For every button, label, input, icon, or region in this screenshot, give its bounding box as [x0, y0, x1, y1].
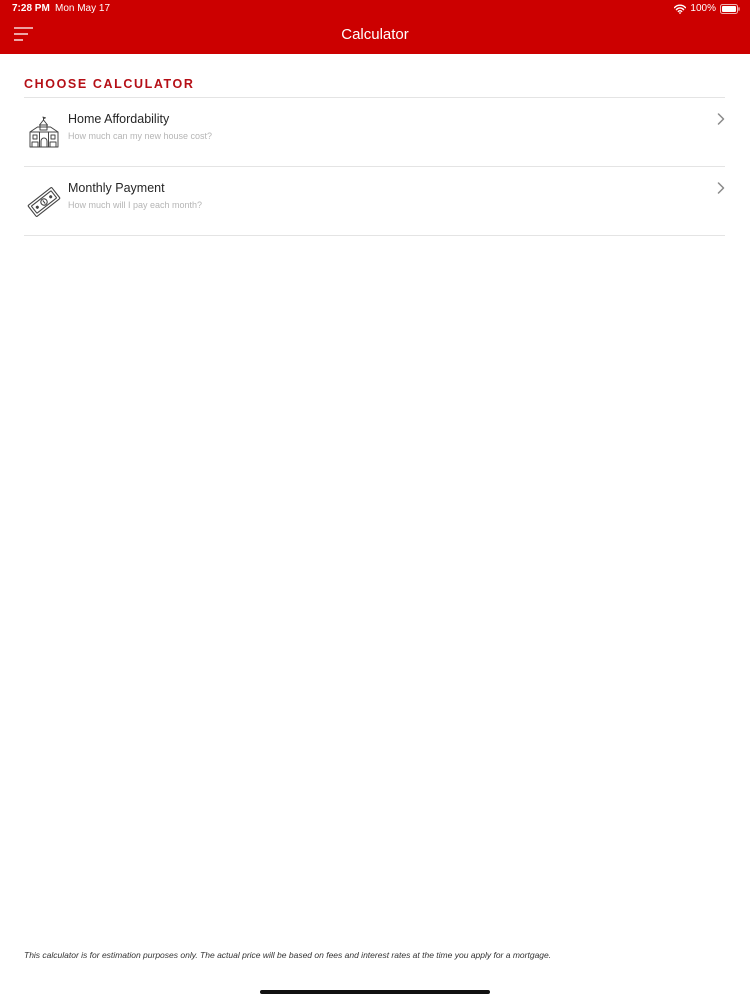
disclaimer-text: This calculator is for estimation purpos… [24, 950, 552, 960]
calculator-title: Monthly Payment [68, 181, 165, 195]
status-time: 7:28 PM [12, 3, 50, 14]
chevron-right-icon [717, 113, 725, 125]
calculator-subtitle: How much can my new house cost? [68, 131, 213, 141]
chevron-right-icon [717, 182, 725, 194]
calculator-title: Home Affordability [68, 112, 170, 126]
calculator-list: Home Affordability How much can my new h… [24, 97, 725, 236]
home-indicator[interactable] [260, 990, 490, 994]
house-icon [27, 116, 61, 150]
calculator-monthly-payment[interactable]: Monthly Payment How much will I pay each… [24, 167, 725, 236]
section-title: CHOOSE CALCULATOR [24, 77, 195, 91]
battery-percent: 100% [690, 3, 716, 14]
nav-title: Calculator [341, 26, 409, 43]
battery-icon [720, 4, 740, 14]
status-right-group: 100% [674, 2, 740, 16]
top-bar: 7:28 PM Mon May 17 100% Calculator [0, 0, 750, 54]
status-date: Mon May 17 [55, 3, 111, 14]
calculator-home-affordability[interactable]: Home Affordability How much can my new h… [24, 98, 725, 167]
wifi-icon [674, 4, 687, 14]
calculator-subtitle: How much will I pay each month? [68, 200, 203, 210]
money-bill-icon [27, 185, 61, 219]
